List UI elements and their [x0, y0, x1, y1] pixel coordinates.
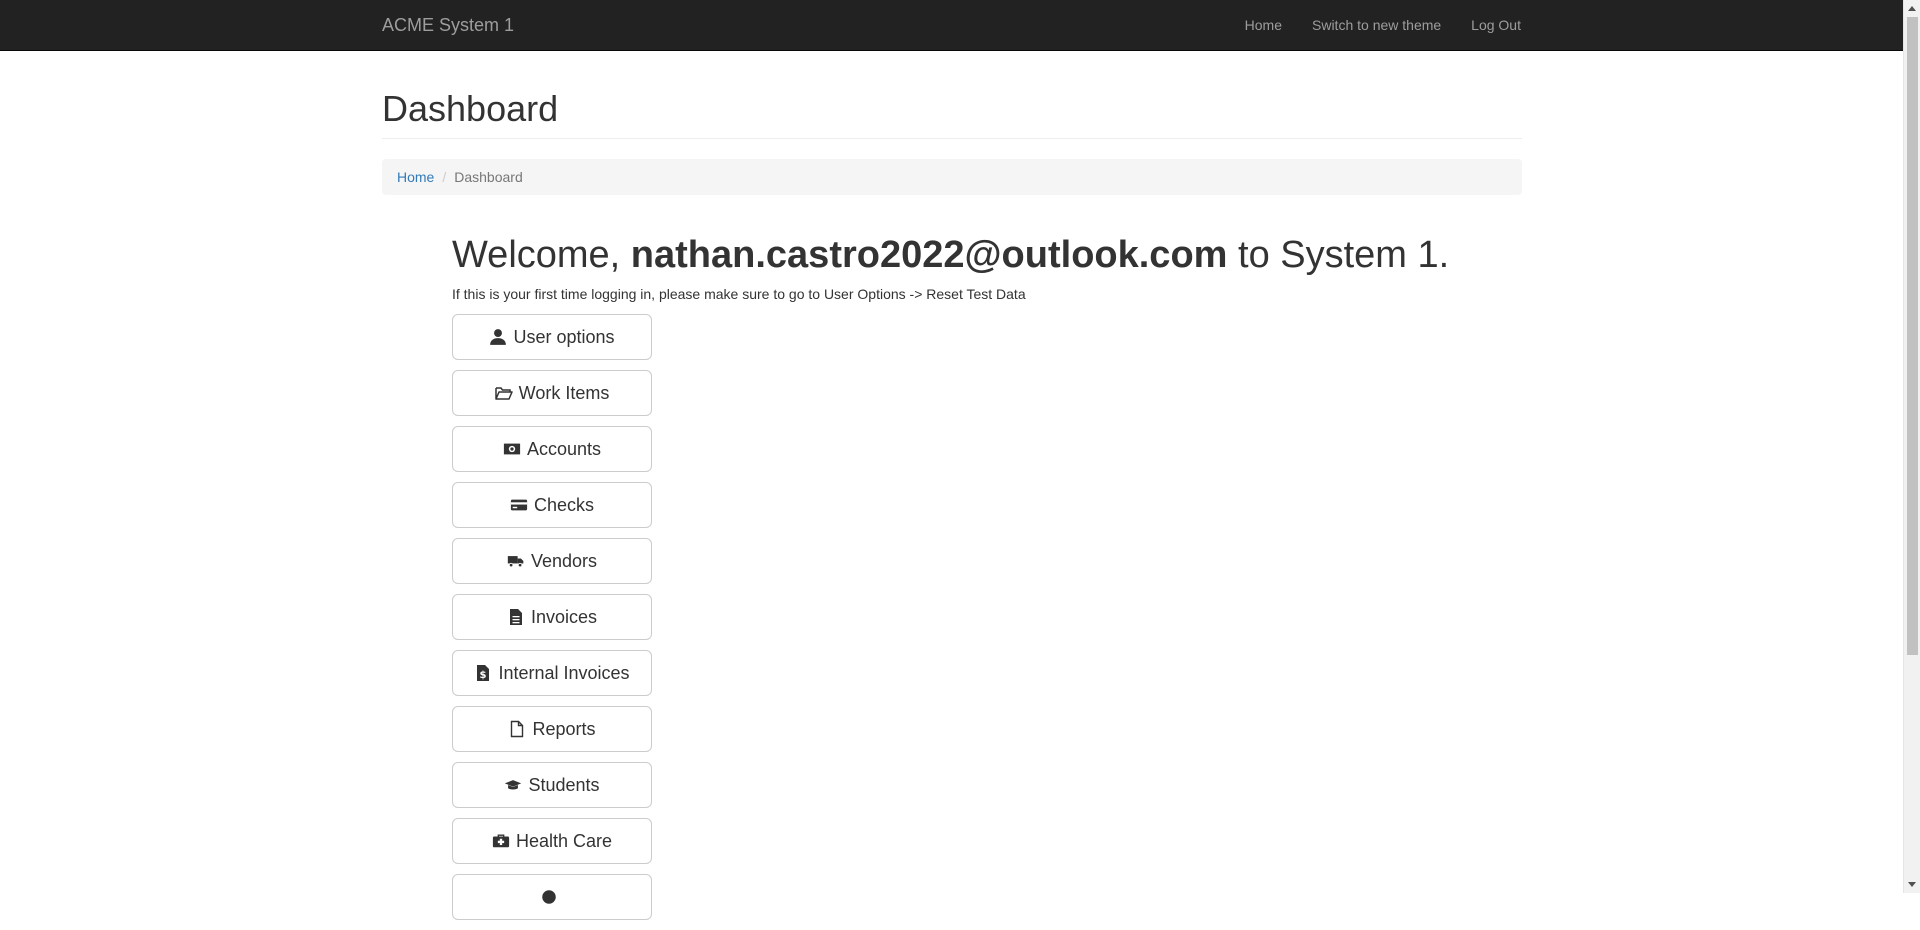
- page-header: Dashboard: [382, 89, 1522, 139]
- main-container: Dashboard Home / Dashboard: [382, 51, 1522, 195]
- accounts-button[interactable]: Accounts: [452, 426, 652, 472]
- internal-invoices-button[interactable]: $ Internal Invoices: [452, 650, 652, 696]
- page-title: Dashboard: [382, 88, 559, 129]
- students-button[interactable]: Students: [452, 762, 652, 808]
- brand-link[interactable]: ACME System 1: [382, 15, 514, 35]
- button-label: Accounts: [526, 438, 602, 459]
- dashboard-menu: User options Work Items Accounts Checks …: [452, 314, 652, 930]
- scroll-down-arrow-icon[interactable]: [1908, 882, 1916, 887]
- breadcrumb-separator: /: [442, 169, 447, 185]
- navbar-links: Home Switch to new theme Log Out: [1230, 0, 1521, 50]
- button-label: Internal Invoices: [498, 662, 630, 683]
- button-label: Vendors: [530, 550, 598, 571]
- nav-logout-link[interactable]: Log Out: [1456, 0, 1521, 50]
- button-label: Work Items: [518, 382, 610, 403]
- user-options-button[interactable]: User options: [452, 314, 652, 360]
- vendors-button[interactable]: Vendors: [452, 538, 652, 584]
- welcome-suffix: to System 1.: [1227, 234, 1450, 276]
- button-label: Health Care: [515, 830, 613, 851]
- folder-open-icon: [494, 384, 513, 402]
- money-icon: [503, 440, 521, 458]
- breadcrumb-current: Dashboard: [454, 169, 523, 185]
- checks-button[interactable]: Checks: [452, 482, 652, 528]
- svg-text:$: $: [480, 670, 487, 681]
- file-text-icon: [507, 608, 525, 626]
- button-label: Students: [528, 774, 600, 795]
- reports-button[interactable]: Reports: [452, 706, 652, 752]
- partial-icon: [540, 888, 558, 906]
- nav-switch-theme-link[interactable]: Switch to new theme: [1297, 0, 1456, 50]
- file-invoice-dollar-icon: $: [474, 664, 492, 682]
- button-label: Reports: [532, 718, 596, 739]
- scrollbar-thumb[interactable]: [1907, 17, 1918, 655]
- graduation-cap-icon: [504, 776, 522, 794]
- file-icon: [508, 720, 526, 738]
- invoices-button[interactable]: Invoices: [452, 594, 652, 640]
- scroll-up-arrow-icon[interactable]: [1908, 6, 1916, 11]
- button-label: Invoices: [530, 606, 598, 627]
- button-label: Checks: [533, 494, 595, 515]
- button-label: User options: [513, 326, 615, 347]
- top-navbar: ACME System 1 Home Switch to new theme L…: [0, 0, 1903, 51]
- partial-menu-button[interactable]: [452, 874, 652, 920]
- welcome-user-email: nathan.castro2022@outlook.com: [630, 234, 1228, 276]
- welcome-prefix: Welcome,: [452, 234, 631, 276]
- user-icon: [489, 328, 507, 346]
- page-scrollbar[interactable]: [1903, 0, 1920, 893]
- nav-home-link[interactable]: Home: [1230, 0, 1297, 50]
- health-care-button[interactable]: Health Care: [452, 818, 652, 864]
- medkit-icon: [492, 832, 510, 850]
- credit-card-icon: [510, 496, 528, 514]
- truck-icon: [507, 552, 525, 570]
- breadcrumb: Home / Dashboard: [382, 159, 1522, 195]
- first-login-hint: If this is your first time logging in, p…: [452, 286, 1026, 302]
- welcome-heading: Welcome, nathan.castro2022@outlook.com t…: [452, 232, 1449, 278]
- work-items-button[interactable]: Work Items: [452, 370, 652, 416]
- breadcrumb-home-link[interactable]: Home: [397, 169, 434, 185]
